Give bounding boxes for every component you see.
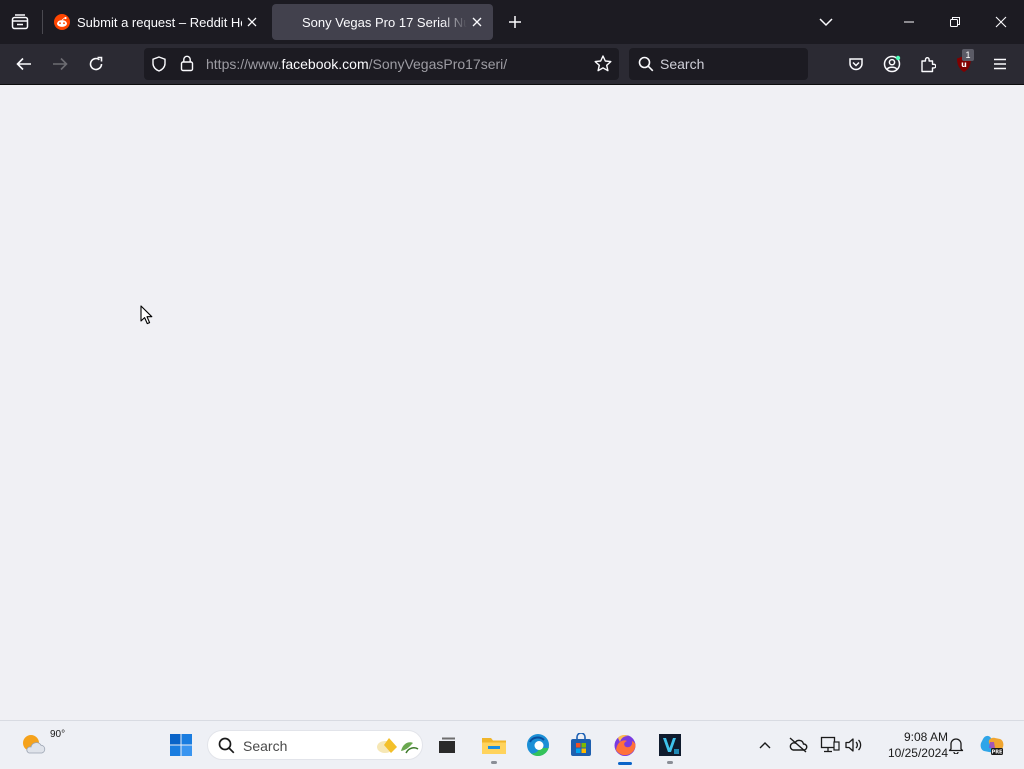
forward-arrow-icon	[53, 57, 68, 71]
pocket-button[interactable]	[841, 50, 871, 78]
app-menu-button[interactable]	[985, 50, 1015, 78]
weather-temperature: 90°	[50, 729, 66, 740]
svg-text:u: u	[961, 60, 967, 69]
windows-start-icon	[170, 734, 192, 756]
edge-button[interactable]	[522, 729, 554, 761]
search-highlight-icon	[373, 733, 419, 757]
search-bar[interactable]: Search	[629, 48, 808, 80]
vegas-icon	[659, 734, 681, 756]
sun-cloud-icon	[20, 732, 46, 756]
list-all-tabs-button[interactable]	[812, 8, 840, 36]
url-host: facebook.com	[281, 56, 369, 72]
tab-title: Submit a request – Reddit Help	[77, 14, 242, 30]
taskbar-search-placeholder: Search	[243, 738, 288, 754]
tracking-protection-shield-icon[interactable]	[151, 56, 167, 72]
close-tab-button[interactable]	[467, 12, 487, 32]
close-icon	[472, 17, 482, 27]
extension-badge: 1	[962, 49, 974, 61]
url-text[interactable]: https://www.facebook.com/SonyVegasPro17s…	[206, 56, 507, 72]
close-window-button[interactable]	[978, 0, 1024, 44]
close-icon	[247, 17, 257, 27]
task-view-button[interactable]	[431, 729, 463, 761]
firefox-taskbar-button[interactable]	[609, 729, 641, 765]
restore-icon	[950, 17, 960, 27]
chevron-down-icon	[819, 18, 833, 27]
hamburger-menu-icon	[994, 58, 1006, 70]
reddit-icon	[54, 14, 70, 30]
tab-reddit-help[interactable]: Submit a request – Reddit Help	[46, 4, 266, 40]
bell-icon	[948, 738, 964, 754]
running-indicator	[667, 761, 673, 764]
onedrive-offline-icon	[789, 737, 808, 753]
page-content-area[interactable]	[0, 85, 1024, 720]
show-hidden-icons-button[interactable]	[750, 729, 780, 761]
clock-time: 9:08 AM	[903, 730, 948, 744]
copilot-icon: PRE	[980, 735, 1004, 756]
firefox-icon	[614, 734, 636, 756]
puzzle-piece-icon	[921, 56, 936, 72]
taskbar: 90° Search 9:08 AM 10/25/2024 PRE	[0, 720, 1024, 768]
chevron-up-icon	[759, 742, 771, 749]
notifications-button[interactable]	[941, 729, 971, 761]
restore-button[interactable]	[932, 0, 978, 44]
vegas-pro-button[interactable]	[654, 729, 686, 764]
firefox-view-button[interactable]	[6, 8, 34, 36]
volume-button[interactable]	[839, 729, 869, 761]
weather-widget[interactable]: 90°	[18, 721, 65, 769]
reload-button[interactable]	[81, 50, 111, 78]
svg-text:PRE: PRE	[992, 750, 1004, 756]
url-bar[interactable]: https://www.facebook.com/SonyVegasPro17s…	[144, 48, 619, 80]
close-tab-button[interactable]	[242, 12, 262, 32]
start-button[interactable]	[165, 729, 197, 761]
navigation-toolbar: https://www.facebook.com/SonyVegasPro17s…	[0, 44, 1024, 85]
running-indicator	[491, 761, 497, 764]
lock-icon[interactable]	[180, 55, 194, 72]
plus-icon	[509, 16, 521, 28]
edge-icon	[527, 734, 549, 757]
store-icon	[571, 733, 591, 756]
new-tab-button[interactable]	[502, 8, 528, 36]
clock-date: 10/25/2024	[887, 746, 948, 760]
back-arrow-icon	[16, 57, 31, 71]
account-icon	[883, 55, 901, 73]
ublock-origin-button[interactable]: u 1	[949, 49, 979, 78]
account-button[interactable]	[877, 50, 907, 78]
microsoft-store-button[interactable]	[565, 729, 597, 761]
pocket-icon	[849, 58, 863, 71]
tab-title: Sony Vegas Pro 17 Serial Number	[302, 14, 467, 30]
tab-strip: Submit a request – Reddit Help Sony Vega…	[0, 0, 1024, 44]
forward-button[interactable]	[45, 50, 75, 78]
close-icon	[995, 16, 1007, 28]
search-placeholder: Search	[660, 56, 705, 72]
search-icon	[638, 56, 654, 72]
file-explorer-button[interactable]	[478, 729, 510, 764]
url-prefix: https://www.	[206, 56, 282, 72]
back-button[interactable]	[9, 50, 39, 78]
minimize-icon	[904, 21, 914, 23]
active-app-indicator	[618, 762, 632, 765]
taskbar-search-box[interactable]: Search	[207, 730, 423, 760]
tab-separator	[42, 10, 43, 34]
firefox-view-icon	[11, 14, 29, 30]
search-icon	[218, 737, 235, 754]
ethernet-icon	[820, 736, 840, 753]
file-explorer-icon	[482, 738, 506, 754]
task-view-icon	[439, 737, 455, 753]
minimize-button[interactable]	[886, 0, 932, 44]
url-path: /SonyVegasPro17seri/	[368, 56, 508, 72]
copilot-button[interactable]: PRE	[976, 729, 1008, 761]
system-clock[interactable]: 9:08 AM 10/25/2024	[872, 729, 948, 761]
speaker-icon	[845, 738, 862, 752]
bookmark-star-icon[interactable]	[594, 55, 612, 72]
extensions-button[interactable]	[913, 50, 943, 78]
tab-sony-vegas[interactable]: Sony Vegas Pro 17 Serial Number	[272, 4, 493, 40]
mouse-pointer-icon	[140, 305, 153, 325]
reload-icon	[89, 56, 103, 71]
onedrive-status-button[interactable]	[783, 729, 813, 761]
